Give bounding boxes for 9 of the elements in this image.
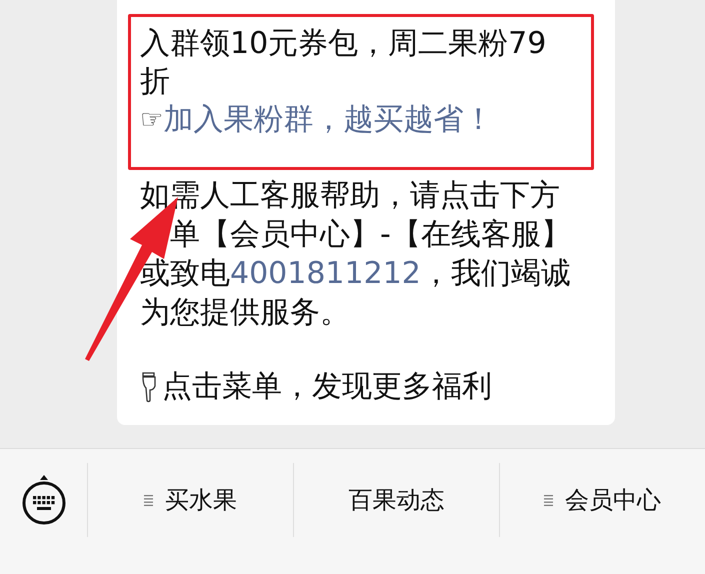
phone-link[interactable]: 4001811212 bbox=[230, 256, 421, 291]
menu-item[interactable]: 会员中心 bbox=[499, 463, 705, 537]
menu-item[interactable]: 百果动态 bbox=[293, 463, 499, 537]
join-group-link[interactable]: 加入果粉群，越买越省！ bbox=[163, 101, 494, 139]
menu-item[interactable]: 买水果 bbox=[87, 463, 293, 537]
pointing-hand-glyph: ☞ bbox=[140, 104, 164, 137]
menu-hint-text: 点击菜单，发现更多福利 bbox=[162, 368, 492, 406]
help-text: 如需人工客服帮助，请点击下方 单【会员中心】-【在线客服】或致电4001811212，我们竭诚为您提供服务。 bbox=[139, 177, 572, 332]
promo-text: 入群领10元券包，周二果粉79折 bbox=[140, 25, 548, 101]
